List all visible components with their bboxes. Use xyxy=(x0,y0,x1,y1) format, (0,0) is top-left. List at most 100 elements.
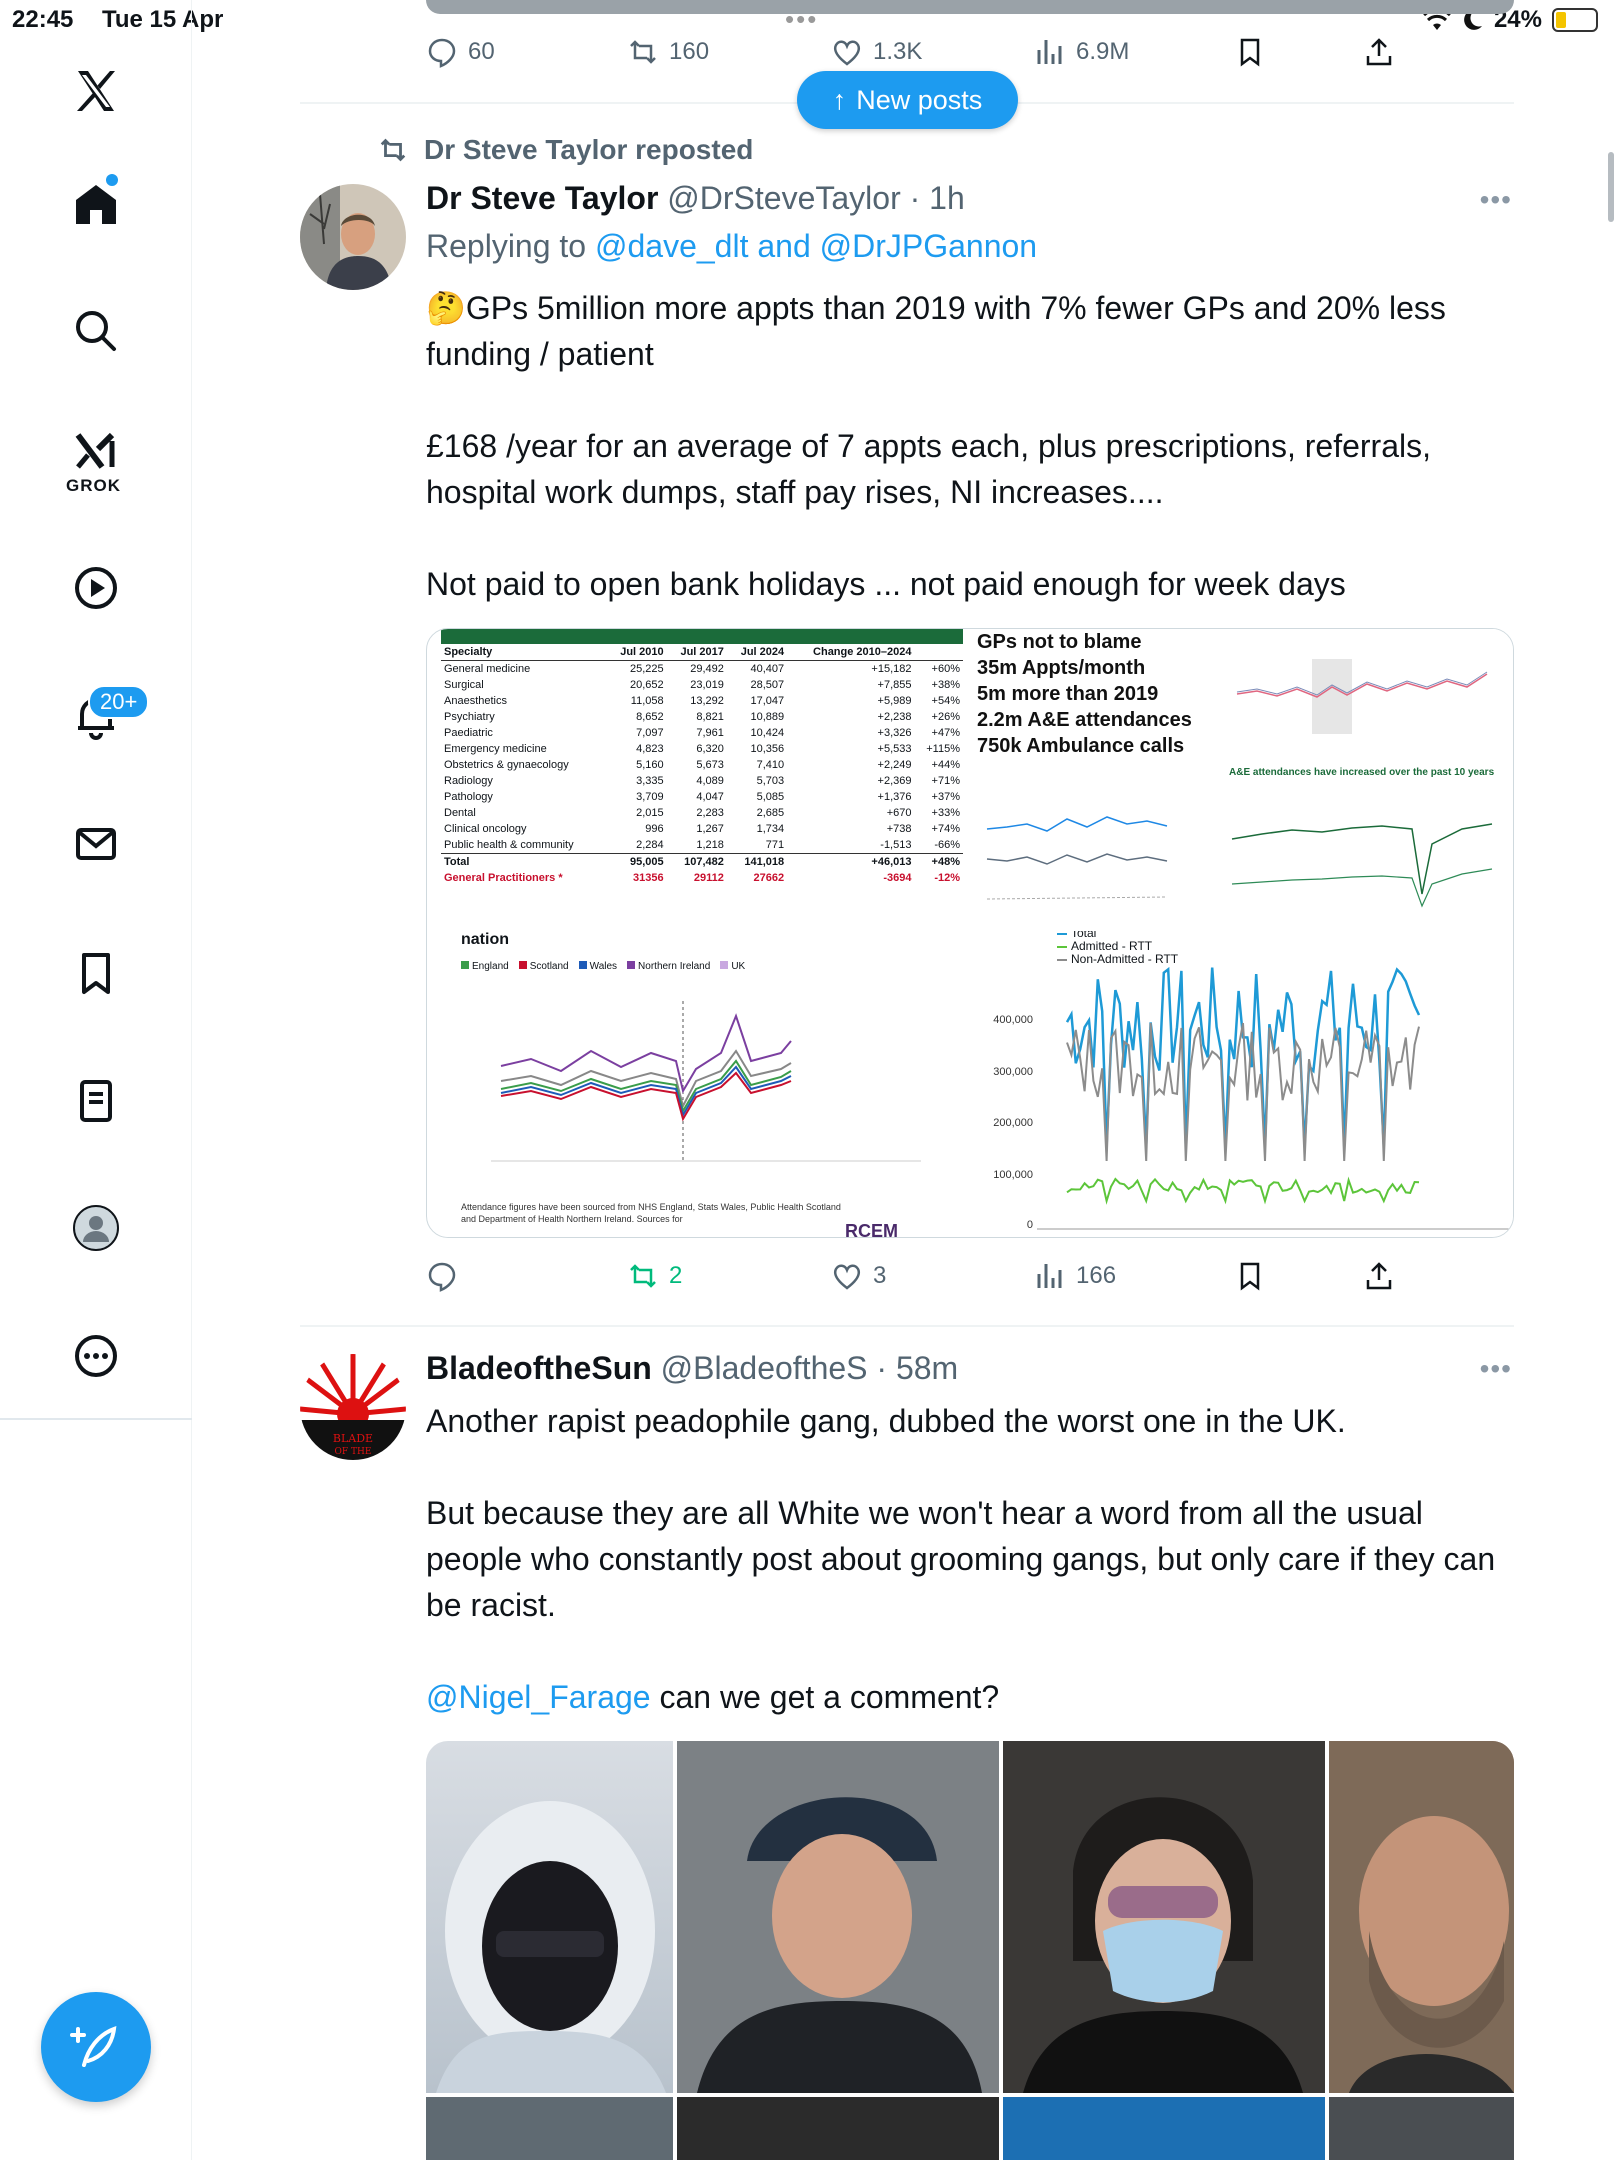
post-media-grid[interactable]: Specialty Jul 2010 Jul 2017 Jul 2024 Change … xyxy=(426,628,1514,1238)
post-time[interactable]: 58m xyxy=(896,1350,958,1386)
like-button[interactable]: 3 xyxy=(831,1260,886,1292)
table-cell: Radiology xyxy=(444,775,493,787)
view-count: 6.9M xyxy=(1076,38,1130,65)
repost-indicator[interactable]: Dr Steve Taylor reposted xyxy=(376,134,753,166)
search-icon[interactable] xyxy=(60,295,132,367)
photo-2[interactable] xyxy=(677,1741,999,2093)
photo-8[interactable] xyxy=(1329,2097,1514,2160)
post-author: Dr Steve Taylor @DrSteveTaylor · 1h xyxy=(426,180,965,217)
table-cell: 5,160 xyxy=(636,759,664,771)
staff-table: Specialty Jul 2010 Jul 2017 Jul 2024 Change … xyxy=(441,644,963,886)
table-cell: Emergency medicine xyxy=(444,743,547,755)
new-posts-button[interactable]: ↑ New posts xyxy=(797,71,1018,129)
author-name[interactable]: Dr Steve Taylor xyxy=(426,180,658,216)
author-handle[interactable]: @DrSteveTaylor xyxy=(667,180,900,216)
scrollbar[interactable] xyxy=(1608,152,1614,222)
new-posts-label: New posts xyxy=(856,84,983,115)
mention-link[interactable]: @Nigel_Farage xyxy=(426,1679,651,1715)
view-count: 166 xyxy=(1076,1262,1117,1289)
x-logo-icon[interactable] xyxy=(60,55,132,127)
video-icon[interactable] xyxy=(60,552,132,624)
home-unread-dot xyxy=(106,174,118,186)
avatar[interactable] xyxy=(300,184,406,290)
mention-link[interactable]: @dave_dlt xyxy=(595,228,748,264)
table-cell: -12% xyxy=(934,872,960,884)
table-cell: Obstetrics & gynaecology xyxy=(444,759,569,771)
author-name[interactable]: BladeoftheSun xyxy=(426,1350,652,1386)
table-cell: Total xyxy=(441,853,607,870)
table-row: Paediatric 7,097 7,961 10,424 +3,326 +47% xyxy=(441,725,963,741)
previous-post-media[interactable] xyxy=(426,0,1514,14)
post-photo-grid[interactable] xyxy=(426,1741,1514,2160)
rtt-chart-panel[interactable]: Total Admitted - RTT Non-Admitted - RTT 40… xyxy=(967,931,1513,1237)
post-more-icon[interactable]: ••• xyxy=(1480,1353,1512,1385)
messages-envelope-icon[interactable] xyxy=(60,808,132,880)
table-header-cell: Jul 2024 xyxy=(726,644,788,661)
table-cell: +44% xyxy=(931,759,960,771)
photo-7[interactable] xyxy=(1003,2097,1325,2160)
rtt-admitted-series xyxy=(1066,1176,1420,1205)
table-cell: 8,821 xyxy=(696,711,724,723)
table-cell: 771 xyxy=(765,839,785,851)
compose-post-button[interactable] xyxy=(41,1992,151,2102)
repost-button[interactable]: 160 xyxy=(627,36,709,68)
author-handle[interactable]: @BladeoftheS xyxy=(661,1350,868,1386)
media-headline-panel[interactable]: GPs not to blame 35m Appts/month 5m more t… xyxy=(967,629,1513,929)
nation-chart-panel[interactable]: nation England Scotland Wales Northern Irel… xyxy=(441,931,963,1237)
photo-3[interactable] xyxy=(1003,1741,1325,2093)
avatar[interactable]: BLADE OF THE xyxy=(300,1354,406,1460)
photo-1[interactable] xyxy=(426,1741,673,2093)
table-cell: 5,673 xyxy=(696,759,724,771)
views-button[interactable]: 166 xyxy=(1034,1260,1116,1292)
table-cell: 4,047 xyxy=(696,791,724,803)
reply-button[interactable]: 60 xyxy=(426,36,495,68)
table-cell: +2,369 xyxy=(877,775,912,787)
repost-icon xyxy=(630,40,656,64)
repost-button[interactable]: 2 xyxy=(627,1260,682,1292)
views-chart-icon xyxy=(1037,1264,1062,1288)
y-tick-label: 0 xyxy=(1026,1219,1033,1231)
bookmarks-icon[interactable] xyxy=(60,937,132,1009)
table-cell: +3,326 xyxy=(877,727,912,739)
table-cell: +15,182 xyxy=(871,663,912,675)
table-cell: +5,533 xyxy=(877,743,912,755)
heart-icon xyxy=(833,40,861,66)
ae-chart-title: A&E attendances have increased over the … xyxy=(1229,767,1495,778)
table-cell: 13,292 xyxy=(690,695,724,707)
mention-link[interactable]: @DrJPGannon xyxy=(820,228,1037,264)
views-button[interactable]: 6.9M xyxy=(1034,36,1129,68)
arrow-up-icon: ↑ xyxy=(832,84,847,115)
post-time[interactable]: 1h xyxy=(929,180,965,216)
profile-avatar-icon[interactable] xyxy=(60,1192,132,1264)
photo-5[interactable] xyxy=(426,2097,673,2160)
table-cell: 29,492 xyxy=(690,663,724,675)
photo-6[interactable] xyxy=(677,2097,999,2160)
replying-and[interactable]: and xyxy=(757,228,810,264)
more-options-icon[interactable] xyxy=(60,1320,132,1392)
photo-4[interactable] xyxy=(1329,1741,1514,2093)
share-icon xyxy=(1366,38,1392,66)
lists-icon[interactable] xyxy=(60,1065,132,1137)
table-row: General Practitioners * 31356 29112 27662 -3… xyxy=(441,870,963,886)
table-cell: -1,513 xyxy=(880,839,912,851)
reply-button[interactable] xyxy=(426,1260,468,1292)
table-cell: +48% xyxy=(914,853,963,870)
like-count: 1.3K xyxy=(873,38,923,65)
media-table-panel[interactable]: Specialty Jul 2010 Jul 2017 Jul 2024 Change … xyxy=(441,629,963,927)
headline-line: 35m Appts/month xyxy=(977,657,1146,679)
table-row: Obstetrics & gynaecology 5,160 5,673 7,410 +… xyxy=(441,757,963,773)
table-cell: 10,889 xyxy=(750,711,785,723)
dot-separator: · xyxy=(867,1350,896,1386)
share-button[interactable] xyxy=(1363,1260,1395,1292)
post-more-icon[interactable]: ••• xyxy=(1480,184,1512,216)
table-cell: 17,047 xyxy=(750,695,785,707)
table-cell: -66% xyxy=(934,839,960,851)
bookmark-button[interactable] xyxy=(1234,1260,1266,1292)
like-button[interactable]: 1.3K xyxy=(831,36,922,68)
table-row: Dental 2,015 2,283 2,685 +670 +33% xyxy=(441,805,963,821)
bookmark-button[interactable] xyxy=(1234,36,1266,68)
home-icon[interactable] xyxy=(60,168,132,240)
share-button[interactable] xyxy=(1363,36,1395,68)
table-header-cell: Jul 2017 xyxy=(666,644,727,661)
headline-text: GPs not to blame 35m Appts/month 5m more t… xyxy=(977,629,1192,759)
